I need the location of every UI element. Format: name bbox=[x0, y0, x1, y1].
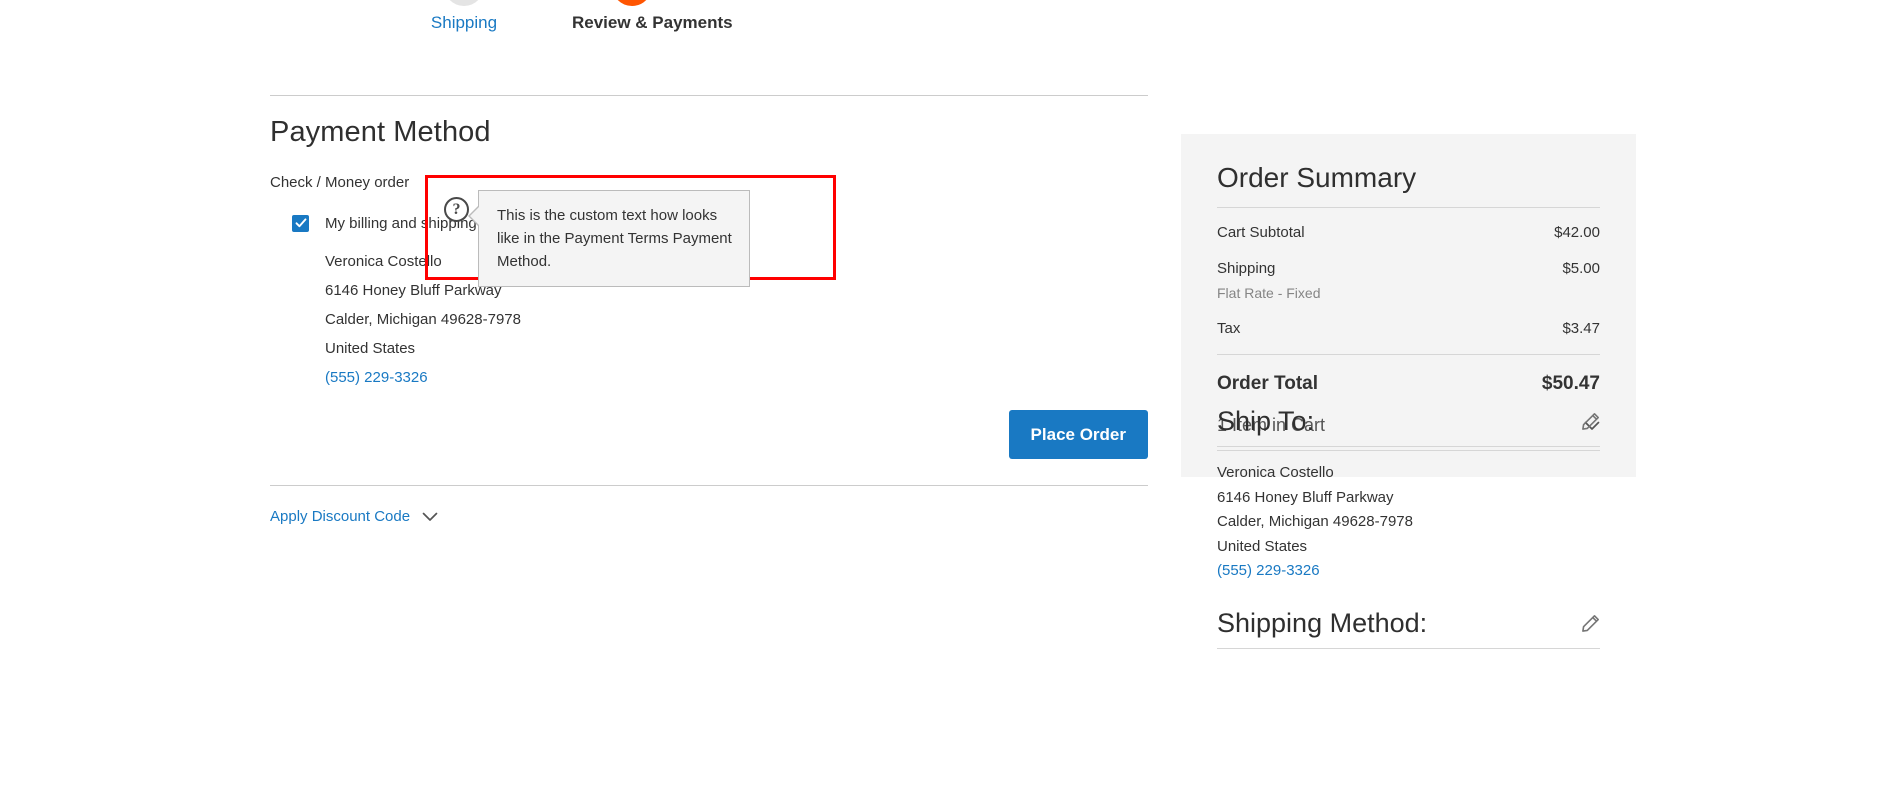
ship-to-address-lines: Veronica Costello 6146 Honey Bluff Parkw… bbox=[1217, 461, 1600, 584]
summary-value-subtotal: $42.00 bbox=[1554, 224, 1600, 241]
checkmark-icon bbox=[295, 218, 306, 228]
summary-label-total: Order Total bbox=[1217, 373, 1318, 394]
step-bullet-completed bbox=[444, 0, 484, 6]
chevron-down-icon bbox=[422, 512, 438, 521]
ship-to-header: Ship To: bbox=[1217, 405, 1600, 447]
summary-row-total: Order Total $50.47 bbox=[1217, 369, 1600, 395]
ship-to-block: Ship To: Veronica Costello 6146 Honey Bl… bbox=[1181, 405, 1636, 584]
billing-city-state-zip: Calder, Michigan 49628-7978 bbox=[325, 311, 521, 328]
ship-to-street: 6146 Honey Bluff Parkway bbox=[1217, 488, 1394, 506]
summary-label-tax: Tax bbox=[1217, 320, 1241, 337]
progress-step-review-payments[interactable]: Review & Payments bbox=[572, 0, 733, 33]
step-label-shipping: Shipping bbox=[430, 13, 498, 32]
progress-step-shipping[interactable]: Shipping bbox=[404, 0, 524, 33]
billing-phone-link[interactable]: (555) 229-3326 bbox=[325, 369, 428, 386]
ship-to-phone-link[interactable]: (555) 229-3326 bbox=[1217, 562, 1320, 579]
same-as-shipping-checkbox[interactable] bbox=[292, 214, 309, 232]
checkout-progress-bar: Shipping Review & Payments bbox=[268, 0, 733, 56]
summary-row-shipping: Shipping Flat Rate - Fixed $5.00 bbox=[1217, 258, 1600, 304]
summary-value-tax: $3.47 bbox=[1562, 320, 1600, 337]
ship-to-city-state-zip: Calder, Michigan 49628-7978 bbox=[1217, 513, 1413, 530]
edit-pencil-icon[interactable] bbox=[1581, 614, 1600, 633]
ship-to-name: Veronica Costello bbox=[1217, 464, 1334, 481]
summary-value-shipping: $5.00 bbox=[1562, 260, 1600, 277]
summary-label-shipping: Shipping bbox=[1217, 260, 1276, 277]
step-bullet-active bbox=[612, 0, 652, 6]
summary-value-total: $50.47 bbox=[1541, 373, 1600, 394]
summary-label-subtotal: Cart Subtotal bbox=[1217, 224, 1305, 241]
checkout-page: Shipping Review & Payments Payment Metho… bbox=[0, 0, 1898, 794]
summary-row-tax: Tax $3.47 bbox=[1217, 318, 1600, 340]
payment-tooltip: This is the custom text how looks like i… bbox=[468, 190, 750, 287]
billing-country: United States bbox=[325, 340, 416, 357]
apply-discount-code-toggle[interactable]: Apply Discount Code bbox=[270, 508, 438, 525]
section-divider-top bbox=[270, 95, 1148, 96]
payment-actions: Place Order bbox=[270, 410, 1148, 474]
summary-divider-total bbox=[1217, 354, 1600, 355]
summary-divider bbox=[1217, 207, 1600, 208]
summary-row-subtotal: Cart Subtotal $42.00 bbox=[1217, 222, 1600, 244]
shipping-method-block: Shipping Method: bbox=[1181, 607, 1636, 649]
payment-help-icon[interactable]: ? bbox=[444, 197, 469, 222]
ship-to-title: Ship To: bbox=[1217, 406, 1315, 436]
shipping-method-title: Shipping Method: bbox=[1217, 608, 1428, 638]
shipping-method-header: Shipping Method: bbox=[1217, 607, 1600, 649]
page-title: Payment Method bbox=[270, 116, 491, 148]
section-divider-bottom bbox=[270, 485, 1148, 486]
step-label-review-payments: Review & Payments bbox=[572, 13, 733, 32]
summary-sublabel-shipping: Flat Rate - Fixed bbox=[1217, 285, 1321, 301]
order-summary-title: Order Summary bbox=[1217, 162, 1417, 193]
apply-discount-code-label: Apply Discount Code bbox=[270, 508, 411, 525]
place-order-button[interactable]: Place Order bbox=[1008, 410, 1148, 459]
edit-pencil-icon[interactable] bbox=[1581, 412, 1600, 431]
checkout-main-column: Payment Method Check / Money order My bi… bbox=[270, 95, 1148, 526]
ship-to-country: United States bbox=[1217, 537, 1308, 555]
